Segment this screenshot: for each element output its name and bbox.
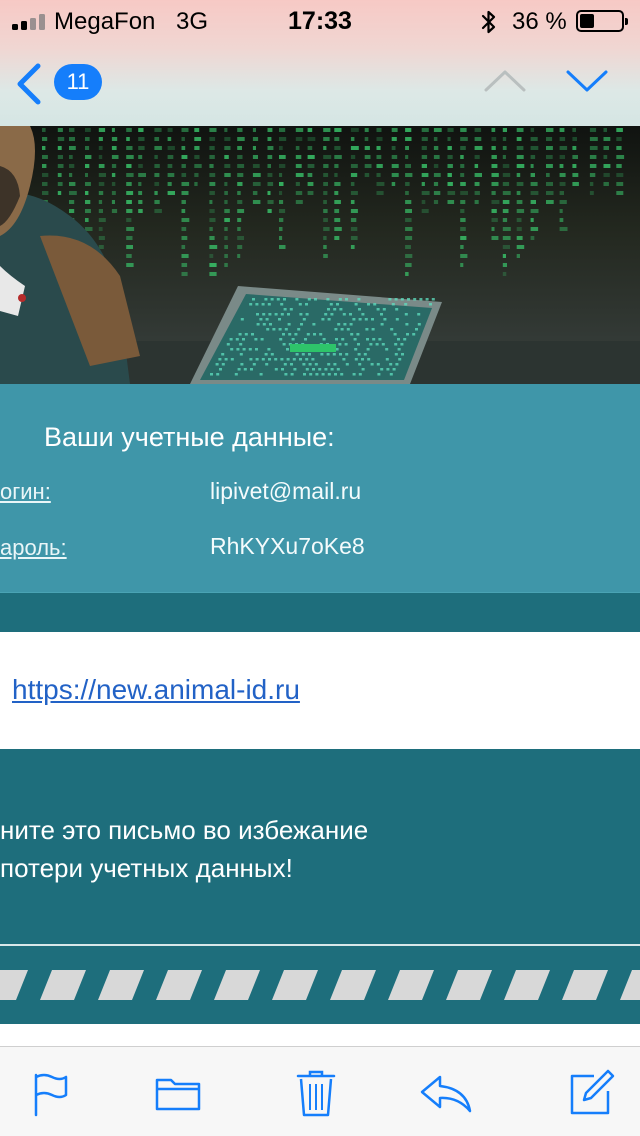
back-chevron-icon	[17, 63, 41, 105]
status-bar: MegaFon 3G 17:33 36 %	[0, 0, 640, 42]
nav-bar: 11	[0, 42, 640, 126]
battery-percent: 36 %	[512, 8, 567, 35]
battery-fill	[580, 14, 594, 28]
chevron-up-icon	[484, 70, 526, 92]
stripe-band	[0, 946, 640, 1024]
chevron-down-icon	[566, 70, 608, 92]
flag-icon	[34, 1073, 68, 1117]
warning-text-line-2: потери учетных данных!	[0, 853, 293, 883]
delete-button[interactable]	[286, 1067, 346, 1119]
login-label: огин:	[0, 479, 51, 504]
warning-text-line-1: ните это письмо во избежание	[0, 815, 369, 845]
next-message-button[interactable]	[564, 68, 610, 94]
top-chrome: MegaFon 3G 17:33 36 % 11	[0, 0, 640, 126]
link-panel: https://new.animal-id.ru	[0, 632, 640, 749]
flag-button[interactable]	[18, 1067, 78, 1119]
warning-panel: ните это письмо во избежание потери учет…	[0, 749, 640, 945]
reply-button[interactable]	[416, 1067, 476, 1119]
credentials-panel: Ваши учетные данные: огин: lipivet@mail.…	[0, 384, 640, 592]
reply-icon	[420, 1075, 472, 1113]
unread-count-badge: 11	[54, 64, 102, 100]
bluetooth-icon	[481, 10, 496, 34]
login-value[interactable]: lipivet@mail.ru	[210, 478, 361, 505]
hacker-illustration	[0, 126, 640, 384]
credentials-title: Ваши учетные данные:	[44, 422, 335, 452]
password-value[interactable]: RhKYXu7oKe8	[210, 533, 365, 560]
compose-button[interactable]	[562, 1067, 622, 1119]
hero-image	[0, 126, 640, 384]
previous-message-button[interactable]	[482, 68, 528, 94]
trash-icon	[296, 1070, 336, 1117]
hazard-stripes	[0, 970, 640, 1000]
back-button[interactable]: 11	[14, 60, 114, 108]
folder-icon	[155, 1078, 201, 1111]
bottom-toolbar	[0, 1046, 640, 1136]
move-to-folder-button[interactable]	[148, 1067, 208, 1119]
site-link[interactable]: https://new.animal-id.ru	[12, 674, 300, 706]
code-rain	[42, 128, 625, 276]
battery-icon	[576, 10, 628, 32]
compose-icon	[570, 1069, 615, 1115]
password-label: ароль:	[0, 535, 67, 560]
divider-band	[0, 592, 640, 632]
